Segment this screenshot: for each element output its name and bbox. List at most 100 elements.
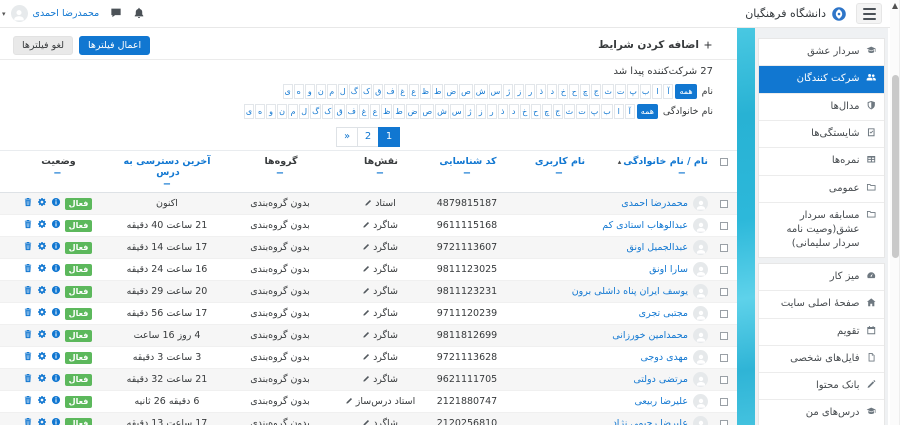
sidebar-item[interactable]: شرکت کنندگان: [759, 66, 884, 93]
letter-filter[interactable]: س: [489, 84, 503, 99]
edit-roles-icon[interactable]: [362, 265, 370, 274]
status-info-icon[interactable]: [51, 353, 61, 364]
participant-name-link[interactable]: محمدرضا احمدی: [621, 198, 688, 209]
column-sort-link[interactable]: نقش‌ها: [364, 156, 398, 167]
letter-filter[interactable]: ف: [384, 84, 396, 99]
column-sort-link[interactable]: نام کاربری: [535, 156, 585, 167]
cancel-filters-button[interactable]: لغو فیلترها: [13, 36, 73, 55]
row-checkbox[interactable]: [720, 398, 728, 406]
letter-filter[interactable]: آ: [663, 84, 673, 99]
sidebar-item[interactable]: تقویم: [759, 319, 884, 346]
letter-filter[interactable]: ر: [525, 84, 535, 99]
hide-column-link[interactable]: −: [3, 168, 112, 179]
hide-column-link[interactable]: −: [344, 168, 416, 179]
letter-filter[interactable]: پ: [627, 84, 639, 99]
letter-filter[interactable]: ظ: [420, 84, 431, 99]
edit-enrolment-icon[interactable]: [37, 397, 47, 408]
edit-roles-icon[interactable]: [362, 287, 370, 296]
sidebar-item[interactable]: مدال‌ها: [759, 94, 884, 121]
letter-filter[interactable]: گ: [349, 84, 360, 99]
letter-filter[interactable]: ش: [474, 84, 488, 99]
letter-filter[interactable]: ا: [614, 104, 624, 119]
participant-name-link[interactable]: یوسف ایران پناه داشلی برون: [572, 286, 688, 297]
add-conditions-link[interactable]: اضافه کردن شرایط: [598, 39, 713, 51]
column-sort-link[interactable]: نام / نام خانوادگی: [623, 156, 708, 167]
column-sort-link[interactable]: آخرین دسترسی به درس: [123, 156, 210, 178]
hide-column-link[interactable]: −: [222, 168, 338, 179]
edit-enrolment-icon[interactable]: [37, 243, 47, 254]
letter-filter[interactable]: ا: [652, 84, 662, 99]
site-brand[interactable]: دانشگاه فرهنگیان: [745, 6, 847, 22]
letter-filter[interactable]: ل: [338, 84, 348, 99]
letter-filter[interactable]: چ: [580, 84, 590, 99]
letter-filter[interactable]: ن: [316, 84, 326, 99]
letter-filter[interactable]: ث: [602, 84, 614, 99]
letter-filter[interactable]: چ: [542, 104, 552, 119]
page-1-button[interactable]: 1: [378, 127, 400, 147]
letter-filter[interactable]: م: [288, 104, 298, 119]
edit-enrolment-icon[interactable]: [37, 199, 47, 210]
status-info-icon[interactable]: [51, 419, 61, 425]
letter-filter[interactable]: ک: [361, 84, 372, 99]
sidebar-item[interactable]: صفحهٔ اصلی سایت: [759, 291, 884, 318]
user-menu-caret-icon[interactable]: ▾: [2, 10, 6, 18]
letter-filter[interactable]: ج: [553, 104, 563, 119]
edit-roles-icon[interactable]: [362, 331, 370, 340]
sidebar-item[interactable]: میز کار: [759, 264, 884, 291]
hide-column-link[interactable]: −: [518, 168, 600, 179]
hide-column-link[interactable]: −: [606, 168, 708, 179]
letter-filter[interactable]: ژ: [503, 84, 513, 99]
row-checkbox[interactable]: [720, 222, 728, 230]
letter-filter[interactable]: ز: [476, 104, 486, 119]
letter-filter[interactable]: ح: [531, 104, 541, 119]
first-name-all-button[interactable]: همه: [675, 84, 696, 99]
delete-enrolment-icon[interactable]: [23, 397, 33, 408]
participant-name-link[interactable]: علیرضا رحیمی نژاد: [613, 418, 688, 425]
status-info-icon[interactable]: [51, 287, 61, 298]
letter-filter[interactable]: ط: [393, 104, 404, 119]
edit-enrolment-icon[interactable]: [37, 353, 47, 364]
letter-filter[interactable]: ف: [346, 104, 358, 119]
column-sort-link[interactable]: کد شناسایی: [439, 156, 496, 167]
sidebar-item[interactable]: شایستگی‌ها: [759, 121, 884, 148]
letter-filter[interactable]: غ: [359, 104, 369, 119]
letter-filter[interactable]: پ: [589, 104, 601, 119]
participant-name-link[interactable]: سارا اونق: [649, 264, 688, 275]
letter-filter[interactable]: ط: [432, 84, 443, 99]
letter-filter[interactable]: ق: [373, 84, 383, 99]
row-checkbox[interactable]: [720, 332, 728, 340]
letter-filter[interactable]: ز: [514, 84, 524, 99]
edit-roles-icon[interactable]: [362, 375, 370, 384]
hide-column-link[interactable]: −: [118, 179, 216, 190]
page-2-button[interactable]: 2: [357, 127, 379, 147]
status-info-icon[interactable]: [51, 221, 61, 232]
letter-filter[interactable]: س: [450, 104, 464, 119]
delete-enrolment-icon[interactable]: [23, 331, 33, 342]
delete-enrolment-icon[interactable]: [23, 243, 33, 254]
letter-filter[interactable]: آ: [625, 104, 635, 119]
letter-filter[interactable]: ص: [420, 104, 434, 119]
sidebar-item[interactable]: مسابقه سردار عشق(وصیت نامه سردار سلیمانی…: [759, 203, 884, 257]
delete-enrolment-icon[interactable]: [23, 199, 33, 210]
status-info-icon[interactable]: [51, 397, 61, 408]
status-info-icon[interactable]: [51, 243, 61, 254]
hide-column-link[interactable]: −: [422, 168, 512, 179]
row-checkbox[interactable]: [720, 200, 728, 208]
letter-filter[interactable]: ت: [576, 104, 588, 119]
row-checkbox[interactable]: [720, 420, 728, 425]
notifications-icon[interactable]: [133, 7, 145, 20]
letter-filter[interactable]: د: [509, 104, 519, 119]
status-info-icon[interactable]: [51, 309, 61, 320]
row-checkbox[interactable]: [720, 376, 728, 384]
letter-filter[interactable]: خ: [520, 104, 530, 119]
letter-filter[interactable]: ض: [406, 104, 420, 119]
participant-name-link[interactable]: مجتبی تجری: [639, 308, 688, 319]
status-info-icon[interactable]: [51, 331, 61, 342]
edit-roles-icon[interactable]: [362, 309, 370, 318]
menu-toggle-button[interactable]: [856, 3, 882, 24]
edit-roles-icon[interactable]: [362, 221, 370, 230]
participant-name-link[interactable]: عبدالوهاب استادی کم: [602, 220, 688, 231]
delete-enrolment-icon[interactable]: [23, 353, 33, 364]
participant-name-link[interactable]: علیرضا ربیعی: [634, 396, 688, 407]
letter-filter[interactable]: ژ: [465, 104, 475, 119]
